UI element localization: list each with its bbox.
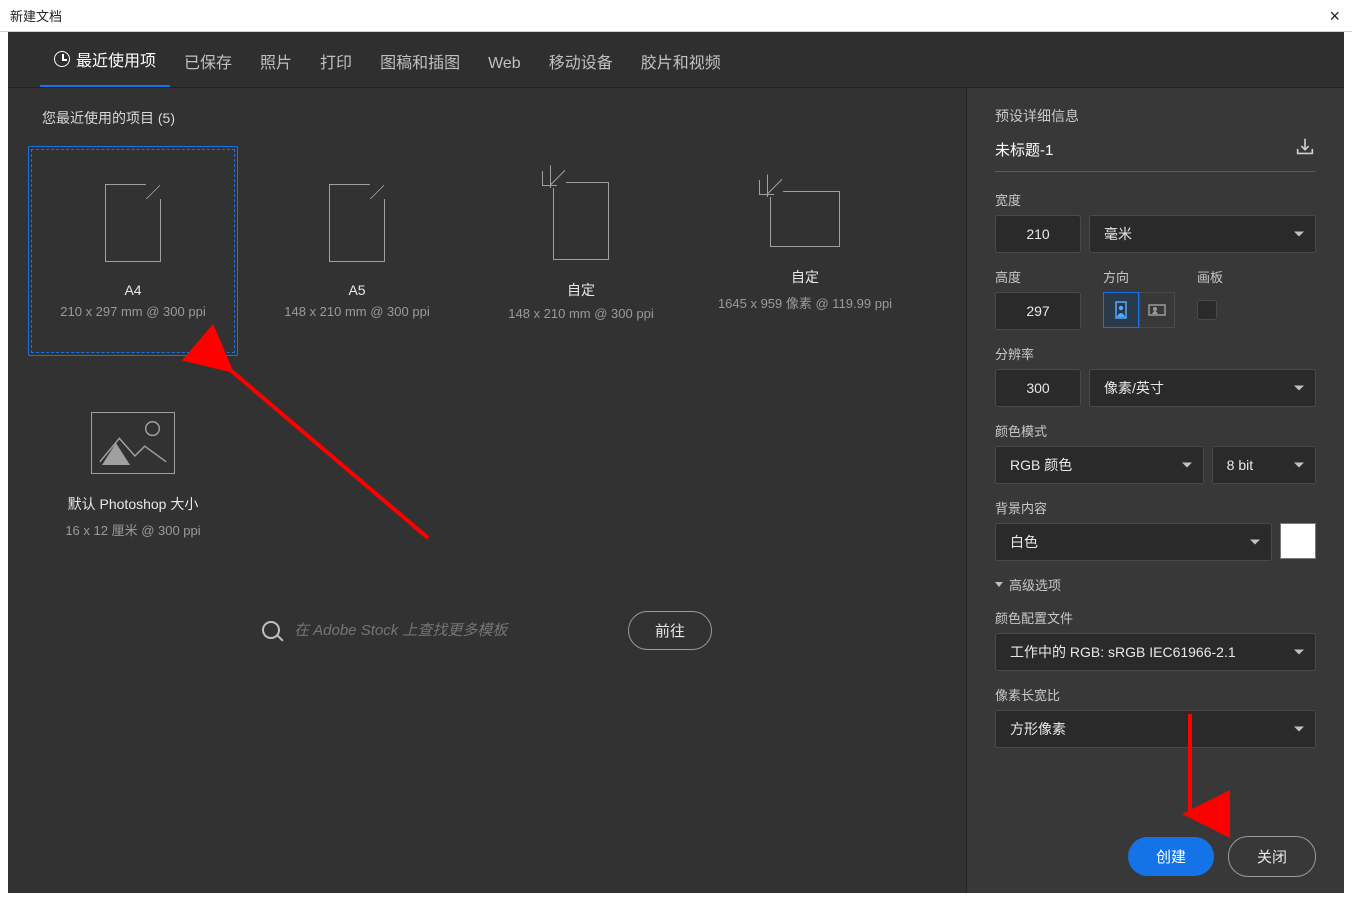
artboard-checkbox[interactable] [1197,300,1217,320]
save-preset-icon[interactable] [1294,136,1316,163]
stock-go-button[interactable]: 前往 [628,611,712,650]
tab-film[interactable]: 胶片和视频 [627,33,735,87]
preset-sub: 16 x 12 厘米 @ 300 ppi [65,520,200,539]
search-icon [262,621,280,639]
tab-recent[interactable]: 最近使用项 [40,31,170,87]
preset-sub: 148 x 210 mm @ 300 ppi [284,304,429,319]
preset-custom-1[interactable]: 自定 148 x 210 mm @ 300 ppi [476,146,686,356]
preset-name: 自定 [791,267,819,287]
orientation-label: 方向 [1103,267,1175,286]
tab-photo[interactable]: 照片 [246,33,306,87]
preset-name: 默认 Photoshop 大小 [68,494,199,514]
color-profile-select[interactable]: 工作中的 RGB: sRGB IEC61966-2.1 [995,633,1316,671]
height-label: 高度 [995,267,1081,286]
orientation-portrait[interactable] [1103,292,1139,328]
background-swatch[interactable] [1280,523,1316,559]
orientation-landscape[interactable] [1139,292,1175,328]
preset-grid: A4 210 x 297 mm @ 300 ppi A5 148 x 210 m… [8,136,966,590]
preset-a5[interactable]: A5 148 x 210 mm @ 300 ppi [252,146,462,356]
profile-label: 颜色配置文件 [995,608,1316,627]
doc-name-input[interactable]: 未标题-1 [995,139,1053,160]
artboard-label: 画板 [1197,267,1223,286]
preset-custom-2[interactable]: 自定 1645 x 959 像素 @ 119.99 ppi [700,146,910,356]
preset-area: 您最近使用的项目 (5) A4 210 x 297 mm @ 300 ppi A… [8,88,966,893]
width-input[interactable]: 210 [995,215,1081,253]
custom-doc-icon [770,191,840,247]
color-mode-label: 颜色模式 [995,421,1316,440]
preset-sub: 148 x 210 mm @ 300 ppi [508,306,653,321]
background-select[interactable]: 白色 [995,523,1272,561]
stock-search-input[interactable] [294,622,614,639]
dialog-footer: 创建 关闭 [967,819,1344,893]
recent-header: 您最近使用的项目 (5) [8,88,966,136]
doc-name-row: 未标题-1 [995,136,1316,172]
image-icon [91,412,175,474]
preset-default-ps[interactable]: 默认 Photoshop 大小 16 x 12 厘米 @ 300 ppi [28,370,238,580]
width-label: 宽度 [995,190,1316,209]
create-button[interactable]: 创建 [1128,837,1214,876]
document-icon [105,184,161,262]
close-button[interactable]: 关闭 [1228,836,1316,877]
clock-icon [54,51,70,67]
stock-search-bar: 前往 [8,590,966,670]
preset-name: A4 [124,282,141,298]
tab-mobile[interactable]: 移动设备 [535,33,627,87]
tab-web[interactable]: Web [474,39,535,87]
titlebar: 新建文档 × [0,0,1352,32]
custom-doc-icon [553,182,609,260]
ratio-label: 像素长宽比 [995,685,1316,704]
tab-art[interactable]: 图稿和插图 [366,33,474,87]
preset-name: A5 [348,282,365,298]
advanced-toggle[interactable]: 高级选项 [995,575,1316,594]
resolution-label: 分辨率 [995,344,1316,363]
close-icon[interactable]: × [1329,6,1340,27]
category-tabs: 最近使用项 已保存 照片 打印 图稿和插图 Web 移动设备 胶片和视频 [8,32,1344,88]
background-label: 背景内容 [995,498,1316,517]
document-icon [329,184,385,262]
preset-a4[interactable]: A4 210 x 297 mm @ 300 ppi [28,146,238,356]
new-document-dialog: 最近使用项 已保存 照片 打印 图稿和插图 Web 移动设备 胶片和视频 您最近… [8,32,1344,893]
height-input[interactable]: 297 [995,292,1081,330]
details-title: 预设详细信息 [995,106,1316,126]
tab-print[interactable]: 打印 [306,33,366,87]
width-unit-select[interactable]: 毫米 [1089,215,1316,253]
preset-sub: 1645 x 959 像素 @ 119.99 ppi [718,293,892,312]
resolution-unit-select[interactable]: 像素/英寸 [1089,369,1316,407]
details-panel: 预设详细信息 未标题-1 宽度 210 毫米 高度 297 [966,88,1344,893]
pixel-ratio-select[interactable]: 方形像素 [995,710,1316,748]
preset-name: 自定 [567,280,595,300]
bit-depth-select[interactable]: 8 bit [1212,446,1316,484]
tab-saved[interactable]: 已保存 [170,33,246,87]
color-mode-select[interactable]: RGB 颜色 [995,446,1204,484]
resolution-input[interactable]: 300 [995,369,1081,407]
window-title: 新建文档 [10,6,62,25]
preset-sub: 210 x 297 mm @ 300 ppi [60,304,205,319]
